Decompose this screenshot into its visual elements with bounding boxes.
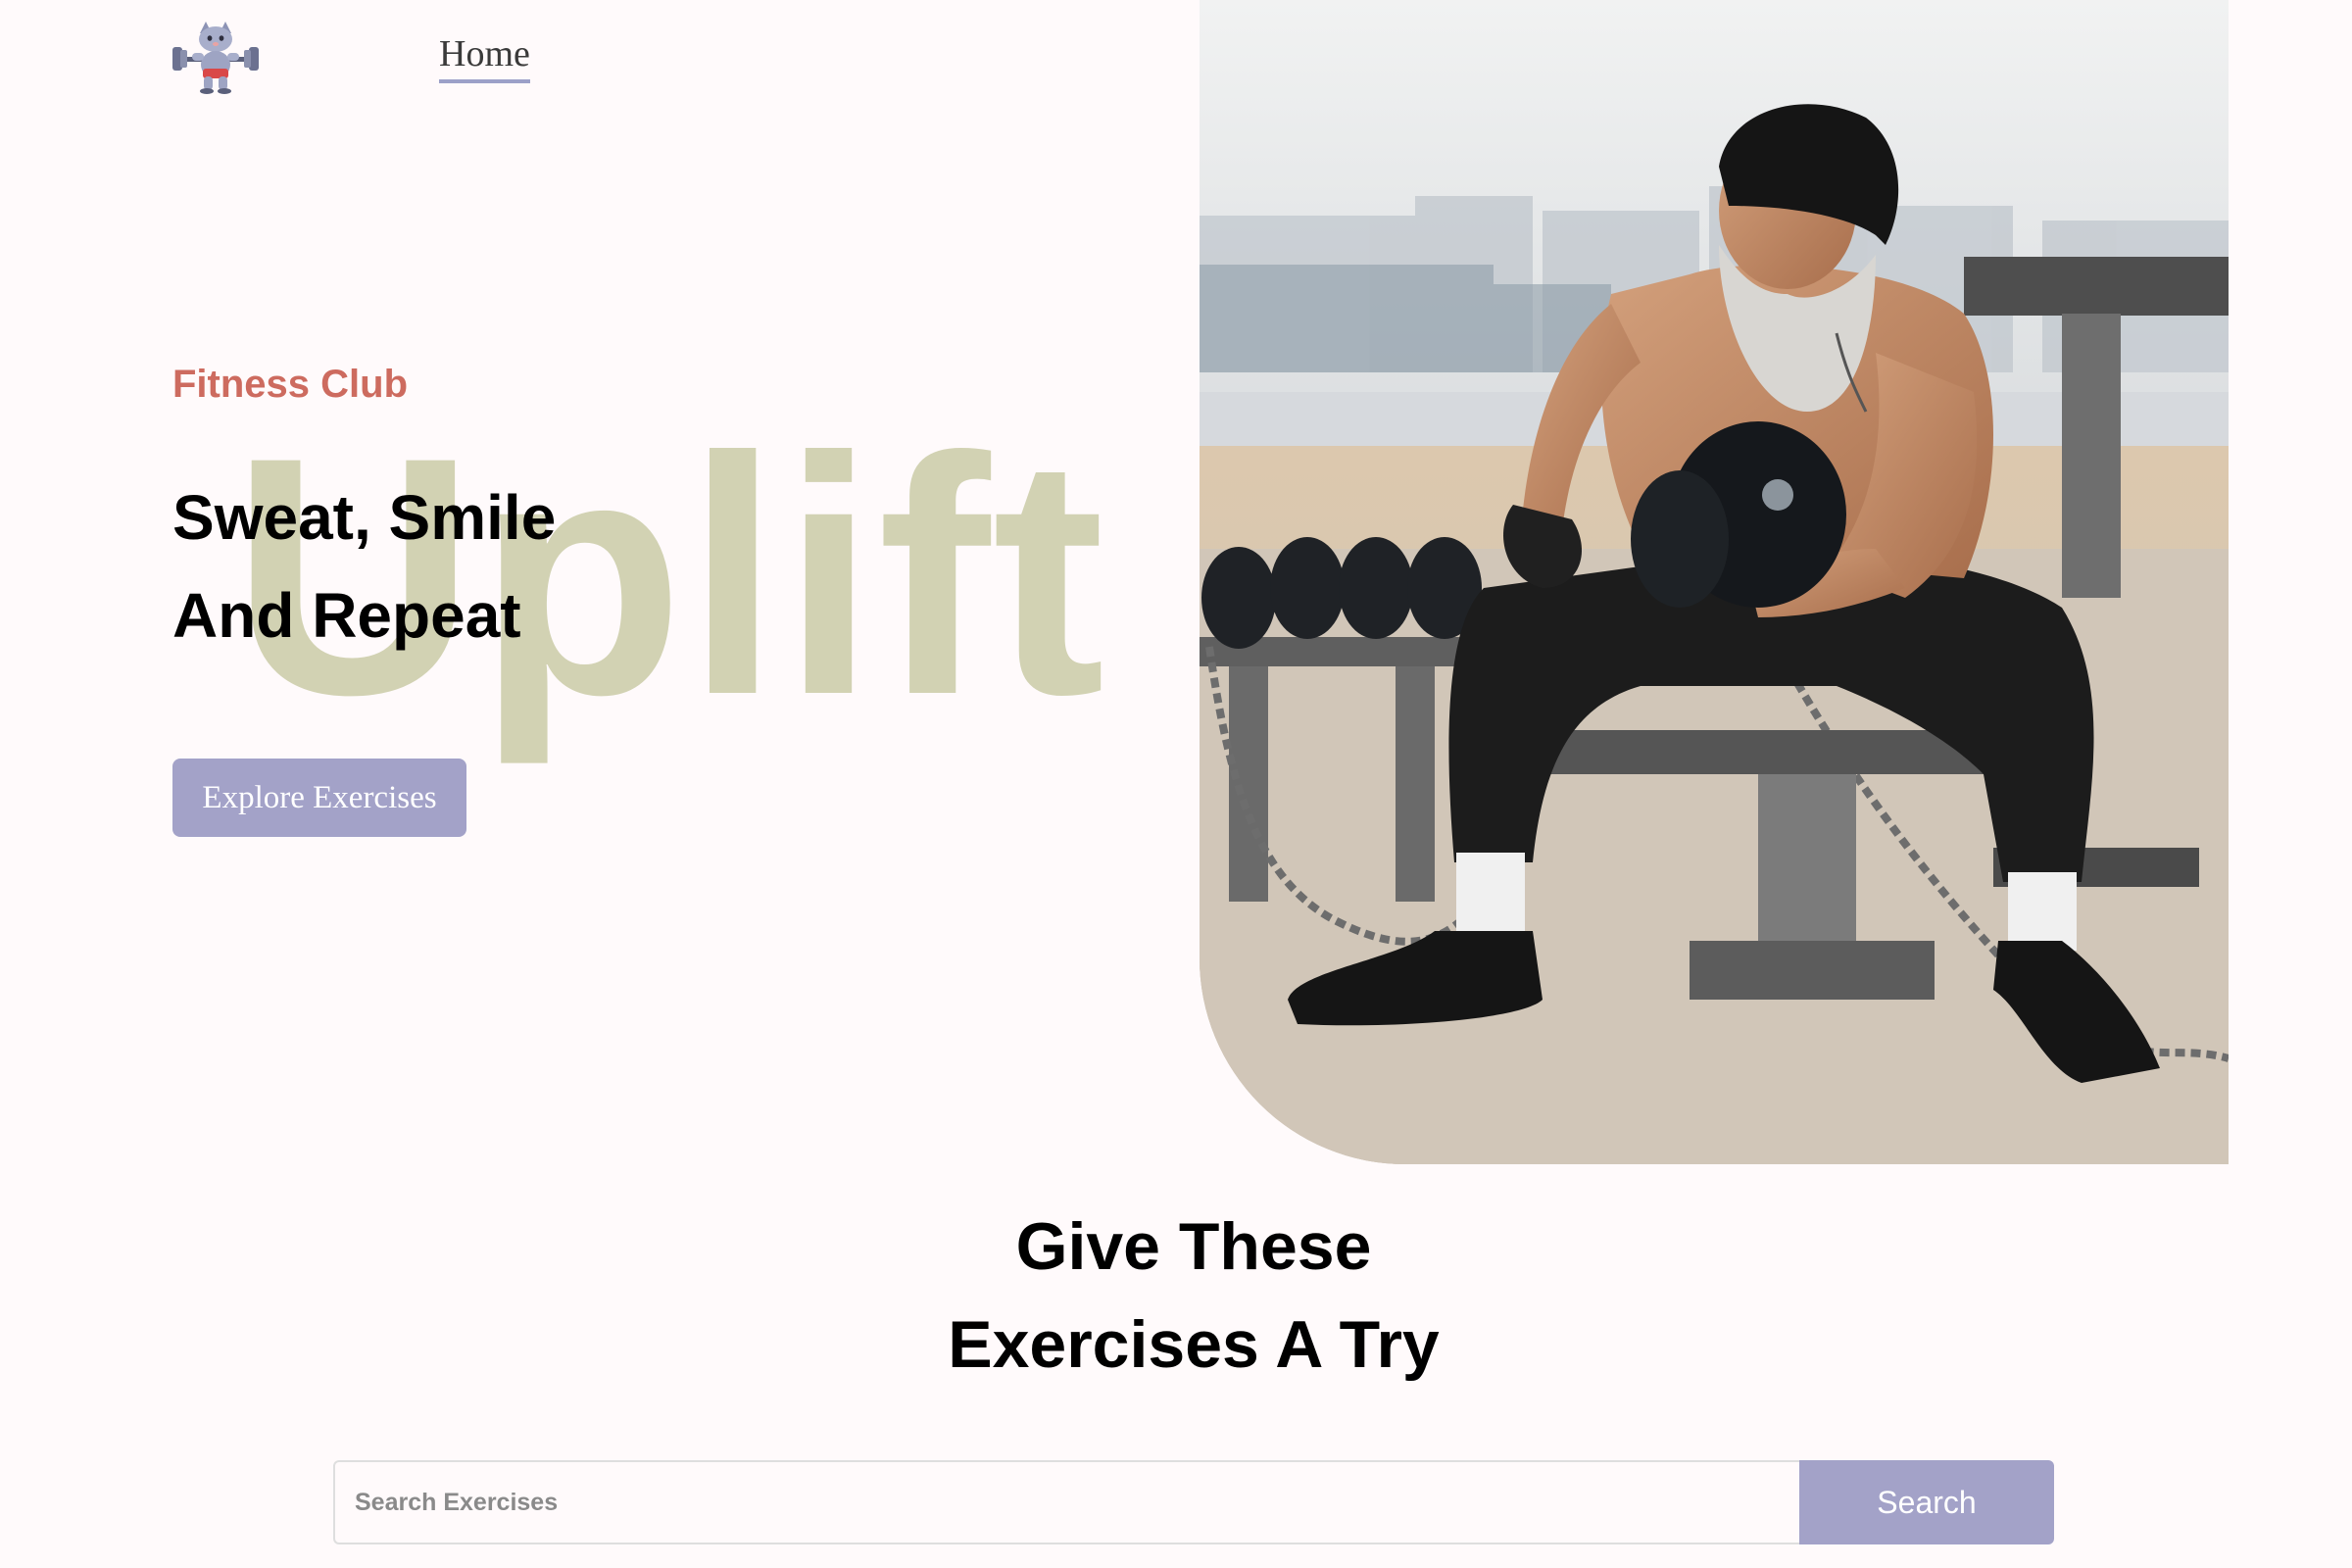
search-exercises-input[interactable] — [333, 1460, 1799, 1544]
hero-kicker: Fitness Club — [172, 363, 409, 406]
navbar: Home — [171, 18, 530, 96]
exercises-section-title: Give These Exercises A Try — [0, 1198, 2352, 1394]
search-bar: Search — [333, 1460, 2054, 1544]
explore-exercises-button[interactable]: Explore Exercises — [172, 759, 466, 837]
nav-link-home[interactable]: Home — [439, 33, 530, 83]
hero-title-line-2: And Repeat — [172, 580, 521, 651]
hero-title-line-1: Sweat, Smile — [172, 482, 557, 553]
exercises-title-line-1: Give These — [1015, 1209, 1372, 1284]
hero-title: Sweat, Smile And Repeat — [172, 468, 556, 664]
weightlifting-cat-logo-icon — [172, 22, 259, 94]
search-button[interactable]: Search — [1799, 1460, 2054, 1544]
exercises-title-line-2: Exercises A Try — [948, 1307, 1440, 1382]
logo-link[interactable] — [171, 20, 261, 94]
hero-image — [1200, 0, 2229, 1164]
man-lifting-dumbbell-photo — [1200, 0, 2229, 1164]
